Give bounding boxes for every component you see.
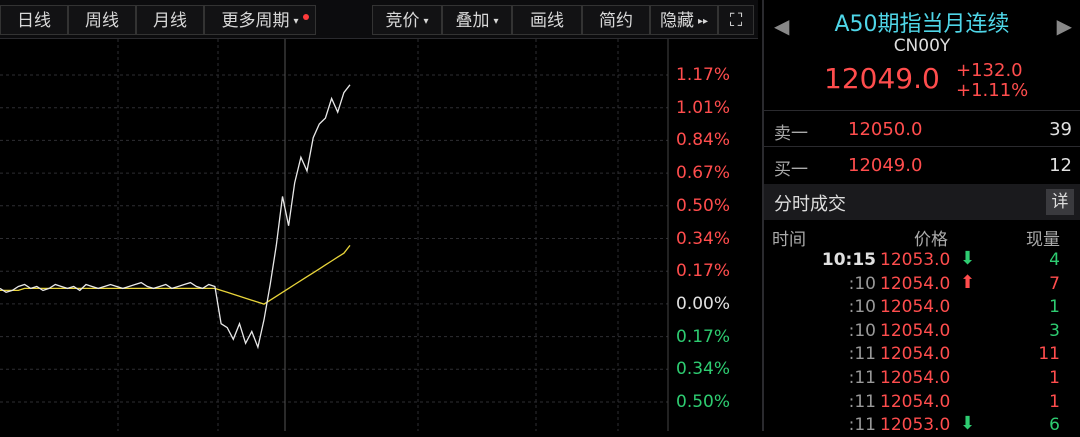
tick-price: 12053.0 [880, 250, 951, 270]
daily-label: 日线 [17, 11, 51, 31]
bid-row: 买一 12049.0 12 [764, 147, 1080, 183]
draw-line-label: 画线 [530, 11, 564, 31]
hide-label: 隐藏 [659, 11, 694, 31]
volume-column-header: 现量 [1026, 230, 1060, 250]
y-tick-label: 1.01% [676, 97, 731, 118]
tick-time: :10 [848, 273, 876, 294]
double-chevron-right-icon: ▸▸ [697, 16, 709, 27]
hide-button[interactable]: 隐藏 ▸▸ [650, 5, 718, 35]
time-column-header: 时间 [772, 230, 806, 250]
instrument-code: CN00Y [893, 36, 951, 56]
tick-volume: 1 [1049, 297, 1060, 318]
tick-price: 12054.0 [880, 297, 951, 318]
monthly-label: 月线 [153, 11, 187, 31]
tick-time: :10 [848, 320, 876, 341]
tick-row: :11 12053.0 ⬇ 6 [764, 413, 1080, 437]
bid-label: 买一 [774, 160, 808, 180]
auction-button[interactable]: 竞价 ▾ [372, 5, 442, 35]
weekly-label: 周线 [85, 11, 119, 31]
y-tick-label: 0.34% [676, 228, 731, 249]
price-column-header: 价格 [914, 230, 948, 250]
more-periods-label: 更多周期 [221, 11, 290, 31]
simple-button[interactable]: 简约 [582, 5, 650, 35]
more-periods-button[interactable]: 更多周期 ▾ [204, 5, 316, 35]
ask-row: 卖一 12050.0 39 [764, 111, 1080, 147]
instrument-title: A50期指当月连续 [834, 12, 1010, 37]
tick-row: :10 12054.0 ⬆ 7 [764, 272, 1080, 296]
fullscreen-button[interactable]: ⛶ [718, 5, 754, 35]
y-tick-label: 0.84% [676, 130, 731, 151]
tick-direction-icon: ⬆ [960, 271, 976, 293]
tick-volume: 7 [1049, 273, 1060, 294]
tick-section-header: 分时成交 详 [764, 184, 1080, 220]
daily-button[interactable]: 日线 [0, 5, 68, 35]
tick-row: :11 12054.0 1 [764, 366, 1080, 390]
y-tick-label: 0.00% [676, 293, 731, 314]
tick-price: 12054.0 [880, 391, 951, 412]
tick-direction-icon: ⬇ [960, 248, 976, 269]
draw-line-button[interactable]: 画线 [512, 5, 582, 35]
last-price: 12049.0 [824, 62, 940, 95]
tick-time: :10 [848, 297, 876, 318]
tick-row: :11 12054.0 11 [764, 342, 1080, 366]
price-change-percent: +1.11% [956, 80, 1029, 101]
tick-price: 12054.0 [880, 368, 951, 388]
tick-section-title: 分时成交 [774, 194, 846, 215]
quote-panel: ◀ ▶ A50期指当月连续 CN00Y 12049.0 +132.0 +1.11… [762, 0, 1080, 435]
chevron-down-icon: ▾ [423, 16, 429, 27]
bid-volume: 12 [1049, 155, 1072, 176]
detail-button[interactable]: 详 [1046, 189, 1074, 215]
tick-row: :10 12054.0 1 [764, 295, 1080, 319]
tick-time: :11 [848, 344, 876, 365]
chart-toolbar: 日线 周线 月线 更多周期 ▾ 竞价 ▾ 叠加 ▾ 画线 简约 隐藏 ▸▸ ⛶ [0, 0, 758, 39]
chart-canvas [0, 39, 669, 431]
price-line [0, 84, 351, 350]
y-tick-label: 0.34% [676, 359, 731, 380]
average-price-line [0, 244, 351, 305]
simple-label: 简约 [599, 11, 633, 31]
chevron-down-icon: ▾ [293, 16, 299, 27]
tick-row: :11 12054.0 1 [764, 390, 1080, 414]
y-tick-label: 0.17% [676, 261, 731, 282]
bid-price: 12049.0 [848, 155, 923, 176]
ask-volume: 39 [1049, 119, 1072, 140]
overlay-label: 叠加 [455, 11, 490, 31]
y-tick-label: 1.17% [676, 65, 731, 85]
weekly-button[interactable]: 周线 [68, 5, 136, 35]
ask-price: 12050.0 [848, 119, 923, 140]
y-tick-label: 0.17% [676, 326, 731, 347]
tick-price: 12054.0 [880, 320, 951, 341]
tick-price: 12053.0 [880, 415, 951, 436]
y-tick-label: 0.50% [676, 392, 731, 412]
tick-volume: 11 [1038, 344, 1060, 365]
y-tick-label: 0.67% [676, 163, 731, 184]
tick-direction-icon: ⬇ [960, 413, 976, 435]
tick-volume: 6 [1049, 415, 1060, 436]
ask-label: 卖一 [774, 124, 808, 144]
tick-volume: 1 [1049, 368, 1060, 388]
tick-volume: 4 [1049, 250, 1060, 270]
tick-row: :10 12054.0 3 [764, 319, 1080, 343]
tick-time: :11 [848, 368, 876, 388]
tick-row: 10:15 12053.0 ⬇ 4 [764, 248, 1080, 272]
price-change: +132.0 [956, 60, 1023, 81]
auction-label: 竞价 [385, 11, 420, 31]
tick-price: 12054.0 [880, 344, 951, 365]
monthly-button[interactable]: 月线 [136, 5, 204, 35]
tick-time: 10:15 [821, 250, 876, 270]
chevron-down-icon: ▾ [493, 16, 499, 27]
tick-time: :11 [848, 391, 876, 412]
tick-price: 12054.0 [880, 273, 951, 294]
tick-volume: 3 [1049, 320, 1060, 341]
notification-dot-icon [303, 14, 309, 20]
tick-volume: 1 [1049, 391, 1060, 412]
expand-icon: ⛶ [729, 10, 743, 31]
tick-time: :11 [848, 415, 876, 436]
intraday-chart[interactable]: 1.17% 1.01% 0.84% 0.67% 0.50% 0.34% 0.17% 0.00%… [0, 39, 760, 431]
overlay-button[interactable]: 叠加 ▾ [442, 5, 512, 35]
y-tick-label: 0.50% [676, 195, 731, 216]
